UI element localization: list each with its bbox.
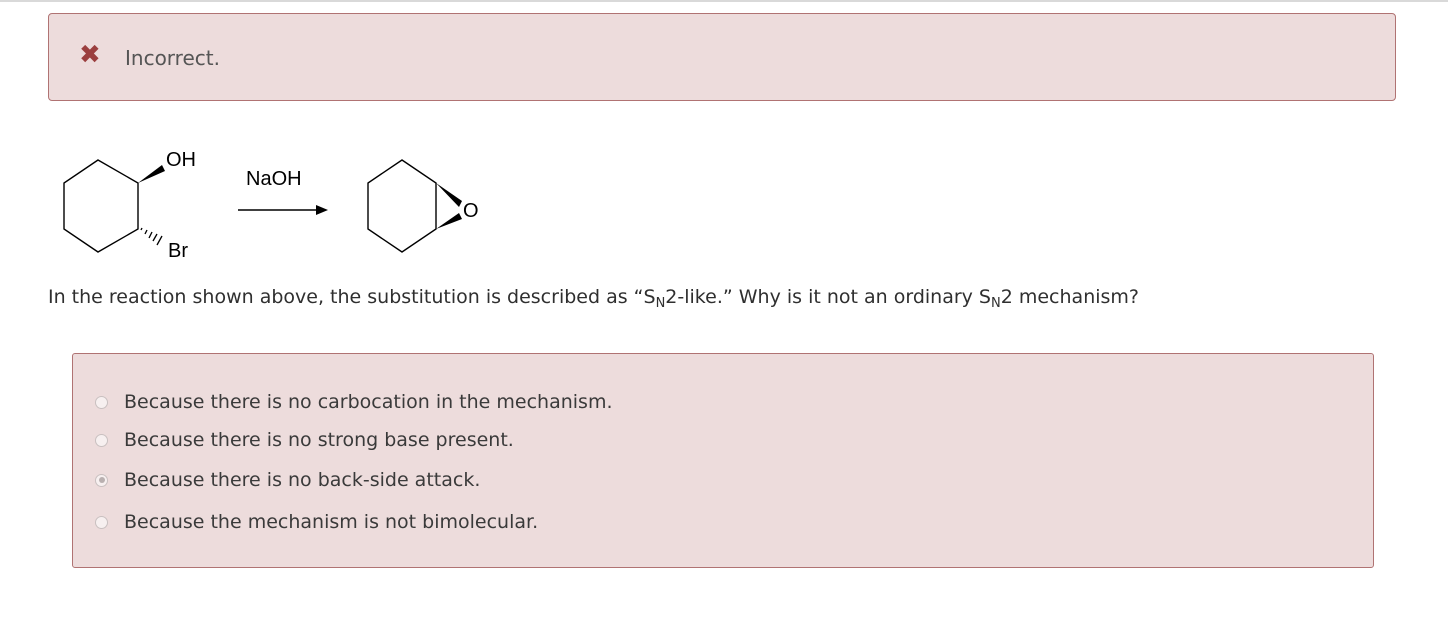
option-not-bimolecular[interactable]: Because the mechanism is not bimolecular… bbox=[95, 508, 538, 536]
radio-button-selected[interactable] bbox=[95, 473, 108, 487]
option-no-back-side-attack[interactable]: Because there is no back-side attack. bbox=[95, 466, 480, 494]
radio-button[interactable] bbox=[95, 433, 108, 447]
wedge-bond-oh bbox=[138, 165, 165, 183]
option-label: Because there is no carbocation in the m… bbox=[124, 391, 613, 413]
reactant-ring bbox=[63, 159, 139, 253]
option-no-strong-base[interactable]: Because there is no strong base present. bbox=[95, 426, 514, 454]
label-oh: OH bbox=[166, 149, 196, 171]
option-label: Because the mechanism is not bimolecular… bbox=[124, 511, 539, 533]
x-mark-icon: ✖ bbox=[79, 40, 101, 70]
reagent-label: NaOH bbox=[246, 168, 302, 190]
reaction-arrow bbox=[238, 205, 328, 215]
reactant-molecule bbox=[63, 159, 139, 253]
option-label: Because there is no strong base present. bbox=[124, 429, 514, 451]
product-ring bbox=[367, 159, 437, 253]
label-epoxide-o: O bbox=[463, 200, 479, 222]
product-molecule bbox=[367, 159, 437, 253]
reaction-scheme: OH Br NaOH O bbox=[63, 149, 479, 262]
answer-options: Because there is no carbocation in the m… bbox=[72, 353, 1374, 568]
question-text: In the reaction shown above, the substit… bbox=[48, 286, 1140, 311]
top-divider bbox=[0, 0, 1448, 2]
hash-bond-br bbox=[140, 227, 163, 246]
radio-button[interactable] bbox=[95, 515, 108, 529]
option-no-carbocation[interactable]: Because there is no carbocation in the m… bbox=[95, 388, 613, 416]
feedback-alert: ✖ Incorrect. bbox=[48, 13, 1396, 101]
epoxide-wedge-top bbox=[436, 183, 462, 207]
option-label: Because there is no back-side attack. bbox=[124, 469, 481, 491]
label-br: Br bbox=[168, 240, 188, 262]
radio-button[interactable] bbox=[95, 395, 108, 409]
epoxide-wedge-bottom bbox=[436, 213, 462, 229]
feedback-message: Incorrect. bbox=[125, 46, 220, 70]
